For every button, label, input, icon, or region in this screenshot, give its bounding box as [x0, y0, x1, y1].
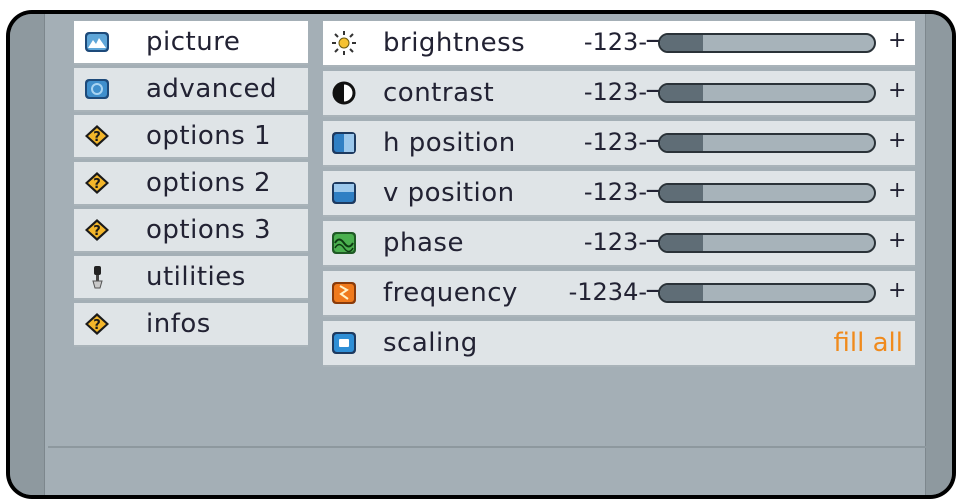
scaling-option[interactable]: fill all [834, 328, 903, 358]
question-icon: ? [85, 313, 109, 335]
slider-fill [660, 85, 703, 101]
setting-row-h-position[interactable]: h position -123- − + [323, 121, 915, 167]
menu-item-label: advanced [146, 74, 278, 104]
question-icon: ? [85, 219, 109, 241]
question-icon: ? [85, 172, 109, 194]
left-rail [10, 14, 45, 495]
setting-label: brightness [383, 28, 526, 58]
setting-value: -123- [583, 78, 647, 106]
menu-item-infos[interactable]: ? infos [74, 303, 308, 347]
sun-icon [332, 31, 356, 55]
setting-row-phase[interactable]: phase -123- − + [323, 221, 915, 267]
menu-item-label: options 1 [146, 121, 272, 151]
setting-row-scaling[interactable]: scaling fill all [323, 321, 915, 367]
setting-label: h position [383, 128, 516, 158]
svg-text:?: ? [93, 130, 101, 145]
menu-item-label: picture [146, 27, 241, 57]
menu-item-label: infos [146, 309, 211, 339]
menu-item-label: options 3 [146, 215, 272, 245]
setting-value: -123- [583, 28, 647, 56]
increase-button[interactable]: + [888, 28, 906, 53]
increase-button[interactable]: + [888, 228, 906, 253]
menu-item-options-3[interactable]: ? options 3 [74, 209, 308, 253]
svg-text:?: ? [93, 318, 101, 333]
osd-panel: picture advanced ? options 1 ? options 2… [10, 14, 952, 495]
menu-item-options-2[interactable]: ? options 2 [74, 162, 308, 206]
h-position-icon [332, 132, 356, 154]
contrast-slider[interactable] [658, 83, 876, 103]
wrench-icon [92, 266, 103, 289]
menu-item-utilities[interactable]: utilities [74, 256, 308, 300]
menu-item-advanced[interactable]: advanced [74, 68, 308, 112]
advanced-icon [85, 79, 109, 99]
slider-fill [660, 235, 703, 251]
h-position-slider[interactable] [658, 133, 876, 153]
svg-text:?: ? [93, 224, 101, 239]
setting-value: -123- [583, 178, 647, 206]
increase-button[interactable]: + [888, 78, 906, 103]
setting-label: scaling [383, 328, 478, 358]
picture-settings-panel: brightness -123- − + contrast -123- − + … [323, 21, 915, 371]
increase-button[interactable]: + [888, 278, 906, 303]
brightness-slider[interactable] [658, 33, 876, 53]
setting-value: -123- [583, 128, 647, 156]
picture-icon [85, 32, 109, 52]
phase-slider[interactable] [658, 233, 876, 253]
setting-label: v position [383, 178, 515, 208]
slider-fill [660, 185, 703, 201]
main-menu: picture advanced ? options 1 ? options 2… [74, 21, 308, 350]
setting-value: -123- [583, 228, 647, 256]
contrast-icon [332, 81, 356, 105]
setting-row-contrast[interactable]: contrast -123- − + [323, 71, 915, 117]
setting-label: contrast [383, 78, 495, 108]
setting-value: -1234- [568, 278, 647, 306]
setting-row-frequency[interactable]: frequency -1234- − + [323, 271, 915, 317]
increase-button[interactable]: + [888, 178, 906, 203]
osd-frame: picture advanced ? options 1 ? options 2… [6, 10, 956, 499]
slider-fill [660, 135, 703, 151]
menu-item-picture[interactable]: picture [74, 21, 308, 65]
setting-label: phase [383, 228, 464, 258]
question-icon: ? [85, 125, 109, 147]
scaling-icon [332, 332, 356, 354]
setting-row-v-position[interactable]: v position -123- − + [323, 171, 915, 217]
setting-row-brightness[interactable]: brightness -123- − + [323, 21, 915, 67]
slider-fill [660, 285, 703, 301]
setting-label: frequency [383, 278, 518, 308]
svg-text:?: ? [93, 177, 101, 192]
v-position-icon [332, 182, 356, 204]
menu-item-label: utilities [146, 262, 246, 292]
right-rail [925, 14, 952, 495]
footer-divider [48, 446, 926, 448]
slider-fill [660, 35, 703, 51]
phase-icon [332, 232, 356, 254]
frequency-slider[interactable] [658, 283, 876, 303]
menu-item-label: options 2 [146, 168, 272, 198]
frequency-icon [332, 282, 356, 304]
increase-button[interactable]: + [888, 128, 906, 153]
v-position-slider[interactable] [658, 183, 876, 203]
menu-item-options-1[interactable]: ? options 1 [74, 115, 308, 159]
